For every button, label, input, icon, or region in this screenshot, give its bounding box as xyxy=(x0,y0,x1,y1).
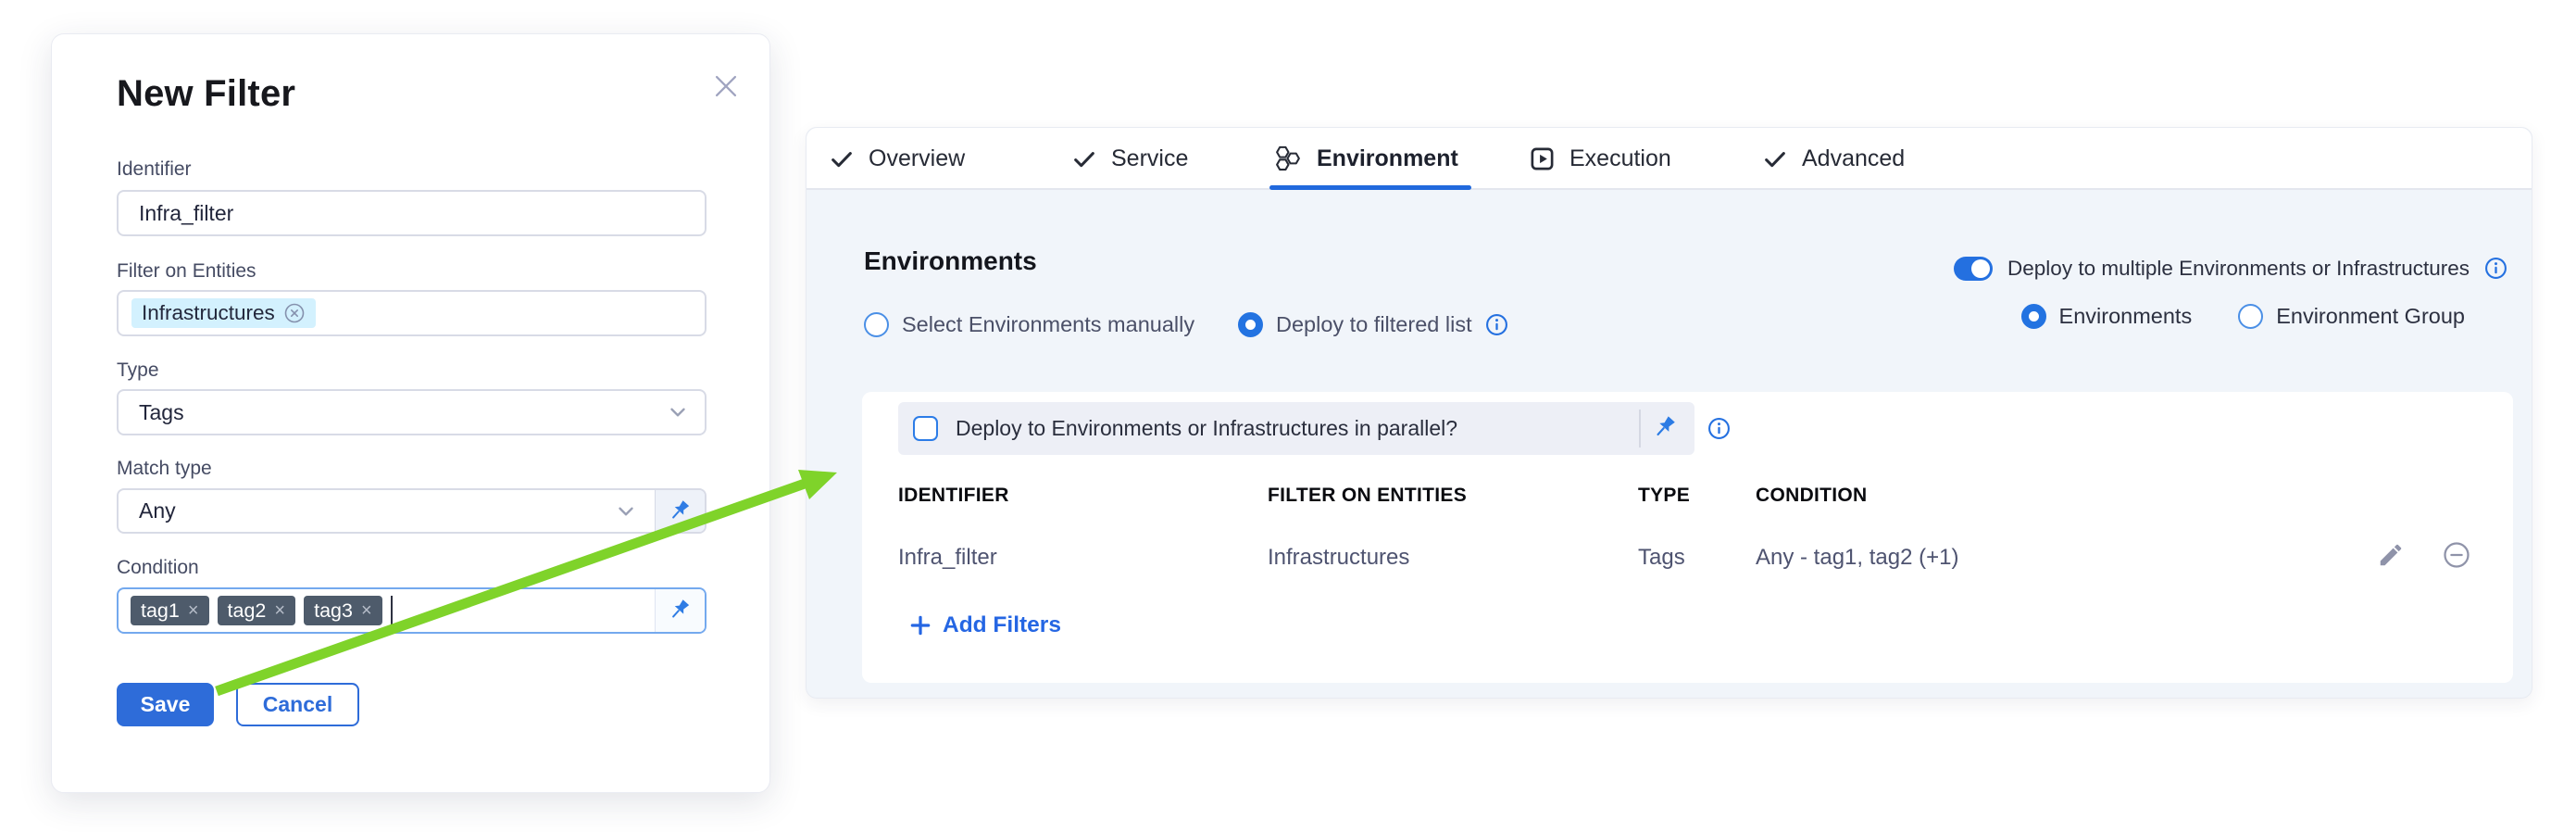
edit-pencil-icon[interactable] xyxy=(2377,541,2405,569)
check-icon xyxy=(1071,146,1097,172)
entity-chip: Infrastructures xyxy=(131,298,316,328)
stage-tab-bar: Overview Service Environment Execution xyxy=(807,128,2532,190)
identifier-label: Identifier xyxy=(117,158,192,181)
text-cursor xyxy=(391,596,394,625)
radio-label: Environment Group xyxy=(2276,304,2465,329)
toggle-label: Deploy to multiple Environments or Infra… xyxy=(2007,257,2470,281)
cell-type: Tags xyxy=(1638,543,1685,573)
environment-icon xyxy=(1274,145,1303,173)
check-icon xyxy=(829,146,855,172)
execution-icon xyxy=(1529,145,1556,172)
multi-env-toggle-row: Deploy to multiple Environments or Infra… xyxy=(1954,256,2507,281)
new-filter-modal: New Filter Identifier Infra_filter Filte… xyxy=(51,33,770,793)
radio-label: Environments xyxy=(2059,304,2193,329)
tag-label: tag1 xyxy=(141,599,180,623)
condition-tag-chip: tag2 × xyxy=(218,596,296,625)
environments-heading: Environments xyxy=(864,246,1037,276)
radio-environments[interactable] xyxy=(2021,304,2046,329)
cancel-button[interactable]: Cancel xyxy=(236,683,359,726)
modal-title: New Filter xyxy=(117,73,295,115)
tab-advanced[interactable]: Advanced xyxy=(1762,128,1905,190)
add-filters-label: Add Filters xyxy=(943,612,1061,638)
tag-label: tag3 xyxy=(314,599,353,623)
condition-label: Condition xyxy=(117,557,199,579)
remove-minus-icon[interactable] xyxy=(2443,541,2470,569)
column-header-identifier: IDENTIFIER xyxy=(898,485,1009,507)
tab-label: Service xyxy=(1111,145,1188,172)
info-icon[interactable] xyxy=(2484,257,2507,280)
radio-select-environments-manually[interactable]: Select Environments manually xyxy=(864,312,1194,337)
filter-on-entities-label: Filter on Entities xyxy=(117,260,256,283)
radio-label: Deploy to filtered list xyxy=(1276,312,1472,337)
chevron-down-icon xyxy=(666,400,690,424)
filters-card: Deploy to Environments or Infrastructure… xyxy=(862,392,2513,683)
active-tab-indicator xyxy=(1269,185,1471,190)
remove-tag-icon[interactable]: × xyxy=(188,601,199,620)
parallel-deploy-label: Deploy to Environments or Infrastructure… xyxy=(956,402,1457,455)
add-filters-button[interactable]: Add Filters xyxy=(908,612,1061,638)
filter-on-entities-input[interactable]: Infrastructures xyxy=(117,290,707,336)
close-icon[interactable] xyxy=(707,68,744,105)
deploy-multiple-toggle[interactable] xyxy=(1954,257,1993,281)
info-icon[interactable] xyxy=(1485,313,1508,336)
pin-icon[interactable] xyxy=(655,589,705,632)
column-header-condition: CONDITION xyxy=(1756,485,1868,507)
radio-icon[interactable] xyxy=(1238,312,1263,337)
type-label: Type xyxy=(117,359,159,382)
remove-tag-icon[interactable]: × xyxy=(274,601,285,620)
match-type-select[interactable]: Any xyxy=(117,488,707,534)
condition-tag-chip: tag3 × xyxy=(304,596,382,625)
cell-identifier: Infra_filter xyxy=(898,543,997,573)
radio-icon[interactable] xyxy=(864,312,889,337)
tab-label: Overview xyxy=(869,145,965,172)
column-header-filter-on-entities: FILTER ON ENTITIES xyxy=(1268,485,1467,507)
match-type-label: Match type xyxy=(117,458,212,480)
type-select[interactable]: Tags xyxy=(117,389,707,435)
tag-label: tag2 xyxy=(228,599,267,623)
type-value: Tags xyxy=(119,400,184,425)
radio-label: Select Environments manually xyxy=(902,312,1194,337)
remove-tag-icon[interactable]: × xyxy=(361,601,372,620)
identifier-input[interactable]: Infra_filter xyxy=(117,190,707,236)
cell-condition: Any - tag1, tag2 (+1) xyxy=(1756,543,1958,573)
column-header-type: TYPE xyxy=(1638,485,1690,507)
info-icon[interactable] xyxy=(1707,417,1731,440)
match-type-value: Any xyxy=(119,498,176,523)
toggle-knob xyxy=(1971,259,1990,278)
condition-input[interactable]: tag1 × tag2 × tag3 × xyxy=(117,587,707,634)
environment-scope-radios: Environments Environment Group xyxy=(2021,304,2465,329)
remove-chip-icon[interactable] xyxy=(283,302,306,324)
entity-chip-label: Infrastructures xyxy=(142,301,275,325)
parallel-deploy-checkbox[interactable] xyxy=(913,416,938,441)
tab-service[interactable]: Service xyxy=(1071,128,1188,190)
save-button[interactable]: Save xyxy=(117,683,214,726)
tab-label: Environment xyxy=(1317,145,1458,172)
condition-tag-chip: tag1 × xyxy=(131,596,209,625)
pin-icon[interactable] xyxy=(1652,414,1680,442)
radio-deploy-to-filtered-list[interactable]: Deploy to filtered list xyxy=(1238,312,1508,337)
parallel-deploy-bar: Deploy to Environments or Infrastructure… xyxy=(898,402,1694,455)
chevron-down-icon xyxy=(614,499,638,523)
tab-overview[interactable]: Overview xyxy=(829,128,965,190)
plus-icon xyxy=(908,613,932,637)
tab-execution[interactable]: Execution xyxy=(1529,128,1671,190)
identifier-value: Infra_filter xyxy=(119,201,233,226)
tab-environment[interactable]: Environment xyxy=(1274,128,1458,190)
tab-label: Execution xyxy=(1569,145,1671,172)
check-icon xyxy=(1762,146,1788,172)
cell-filter-on-entities: Infrastructures xyxy=(1268,543,1409,573)
pin-icon[interactable] xyxy=(655,490,705,532)
pipeline-stage-panel: Overview Service Environment Execution xyxy=(806,127,2532,699)
radio-environment-group[interactable] xyxy=(2238,304,2263,329)
tab-label: Advanced xyxy=(1802,145,1905,172)
divider xyxy=(1639,410,1641,448)
